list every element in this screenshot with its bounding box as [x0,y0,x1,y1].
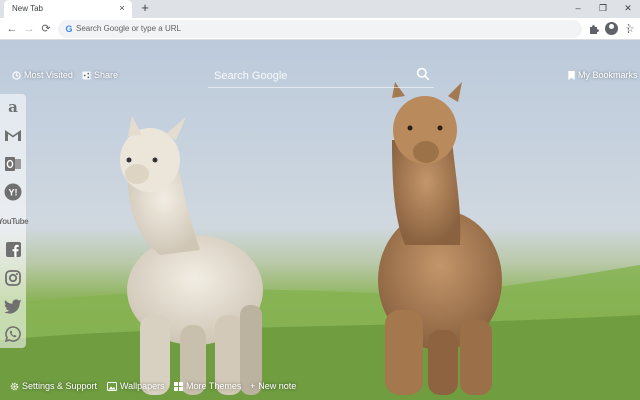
settings-support-link[interactable]: Settings & Support [10,381,97,391]
extensions-puzzle-icon[interactable] [588,22,602,36]
search-box[interactable] [208,64,434,88]
instagram-icon[interactable] [3,268,23,288]
most-visited-label: Most Visited [24,70,73,80]
wallpapers-link[interactable]: Wallpapers [107,381,165,391]
new-note-link[interactable]: + New note [250,381,296,391]
history-icon [12,70,21,80]
white-alpaca [120,116,263,395]
new-note-label: New note [258,381,297,391]
forward-button[interactable]: → [21,21,37,37]
outlook-icon[interactable] [3,154,23,174]
my-bookmarks-label: My Bookmarks [578,70,638,80]
wallpaper-image [0,82,640,400]
brown-alpaca [378,82,502,395]
share-label: Share [94,70,119,80]
gmail-icon[interactable] [3,125,23,145]
tab-strip: New Tab × + – ❐ ✕ [0,0,640,18]
whatsapp-icon[interactable] [3,324,23,344]
google-g-icon: G [65,24,73,34]
gear-icon [10,382,19,390]
back-button[interactable]: ← [4,21,20,37]
tab-close-icon[interactable]: × [116,2,128,14]
quick-launch-sidebar: a Y! YouTube [0,94,29,348]
yahoo-icon[interactable]: Y! [3,182,23,202]
search-icon[interactable] [416,67,430,81]
twitter-icon[interactable] [3,296,23,316]
new-tab-button[interactable]: + [138,1,152,15]
more-themes-label: More Themes [186,381,242,391]
amazon-icon[interactable]: a [3,97,23,117]
address-bar-placeholder[interactable]: Search Google or type a URL [76,24,181,33]
svg-text:Y!: Y! [9,188,18,198]
share-link[interactable]: Share [82,70,118,80]
close-window-button[interactable]: ✕ [618,1,638,15]
browser-toolbar: ← → ⟳ G Search Google or type a URL ☆ ⋮ [0,18,640,40]
image-icon [107,381,117,391]
restore-button[interactable]: ❐ [593,1,613,15]
youtube-icon[interactable]: YouTube [0,211,29,231]
search-input[interactable] [214,68,404,84]
bookmark-icon [568,70,575,80]
plus-icon: + [250,381,256,391]
most-visited-link[interactable]: Most Visited [12,70,73,80]
share-icon [82,70,91,80]
address-bar[interactable]: G Search Google or type a URL ☆ [58,20,634,38]
more-themes-link[interactable]: More Themes [174,381,241,391]
tab-new-tab[interactable]: New Tab × [4,0,132,18]
minimize-button[interactable]: – [568,1,588,15]
profile-avatar-icon[interactable] [605,22,618,35]
wallpapers-label: Wallpapers [120,381,165,391]
facebook-icon[interactable] [3,239,23,259]
new-tab-page: Most Visited Share My Bookmarks a [0,40,640,400]
reload-button[interactable]: ⟳ [38,21,54,37]
settings-support-label: Settings & Support [22,381,98,391]
my-bookmarks-link[interactable]: My Bookmarks [568,70,638,80]
grid-icon [174,381,183,391]
tab-title: New Tab [12,4,43,13]
menu-kebab-icon[interactable]: ⋮ [623,21,634,37]
